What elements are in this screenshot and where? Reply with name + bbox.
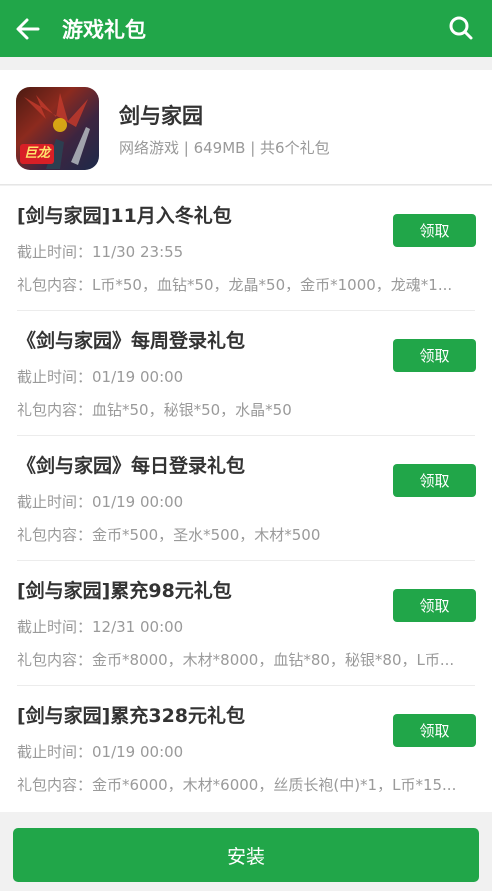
page-title: 游戏礼包 [62,17,146,42]
gift-content: 礼包内容：金币*8000，木材*8000，血钻*80，秘银*80，L币... [17,651,455,669]
gift-item: 《剑与家园》每周登录礼包 截止时间：01/19 00:00 礼包内容：血钻*50… [0,311,492,436]
search-icon [449,16,473,40]
gift-item: [剑与家园]累充98元礼包 截止时间：12/31 00:00 礼包内容：金币*8… [0,561,492,686]
app-header: 游戏礼包 [0,0,492,57]
gift-deadline: 截止时间：11/30 23:55 [17,243,184,261]
game-meta: 网络游戏 | 649MB | 共6个礼包 [119,139,330,157]
gift-title: 《剑与家园》每日登录礼包 [17,455,246,477]
claim-button[interactable]: 领取 [393,339,476,372]
game-info-card: 巨龙 剑与家园 网络游戏 | 649MB | 共6个礼包 [0,70,492,185]
search-button[interactable] [444,11,478,45]
gift-deadline: 截止时间：01/19 00:00 [17,493,184,511]
gift-content: 礼包内容：金币*6000，木材*6000，丝质长袍(中)*1，L币*15... [17,776,457,794]
install-button[interactable]: 安装 [13,828,479,882]
gift-title: [剑与家园]累充98元礼包 [17,580,232,602]
gift-content: 礼包内容：L币*50，血钻*50，龙晶*50，金币*1000，龙魂*1... [17,276,453,294]
gift-item: 《剑与家园》每日登录礼包 截止时间：01/19 00:00 礼包内容：金币*50… [0,436,492,561]
gift-deadline: 截止时间：01/19 00:00 [17,743,184,761]
gift-item: [剑与家园]11月入冬礼包 截止时间：11/30 23:55 礼包内容：L币*5… [0,186,492,311]
back-button[interactable] [0,0,60,57]
game-name: 剑与家园 [119,104,203,128]
install-bar: 安装 [0,812,492,891]
gift-title: [剑与家园]11月入冬礼包 [17,205,232,227]
claim-button[interactable]: 领取 [393,214,476,247]
gift-title: [剑与家园]累充328元礼包 [17,705,246,727]
game-icon-badge: 巨龙 [20,144,55,164]
gift-title: 《剑与家园》每周登录礼包 [17,330,246,352]
claim-button[interactable]: 领取 [393,589,476,622]
game-icon[interactable]: 巨龙 [16,87,99,170]
back-arrow-icon [16,18,40,39]
gift-item: [剑与家园]累充328元礼包 截止时间：01/19 00:00 礼包内容：金币*… [0,686,492,811]
gift-content: 礼包内容：血钻*50，秘银*50，水晶*50 [17,401,292,419]
gift-content: 礼包内容：金币*500，圣水*500，木材*500 [17,526,321,544]
claim-button[interactable]: 领取 [393,714,476,747]
gift-list: [剑与家园]11月入冬礼包 截止时间：11/30 23:55 礼包内容：L币*5… [0,186,492,812]
gift-deadline: 截止时间：01/19 00:00 [17,368,184,386]
gift-deadline: 截止时间：12/31 00:00 [17,618,184,636]
claim-button[interactable]: 领取 [393,464,476,497]
